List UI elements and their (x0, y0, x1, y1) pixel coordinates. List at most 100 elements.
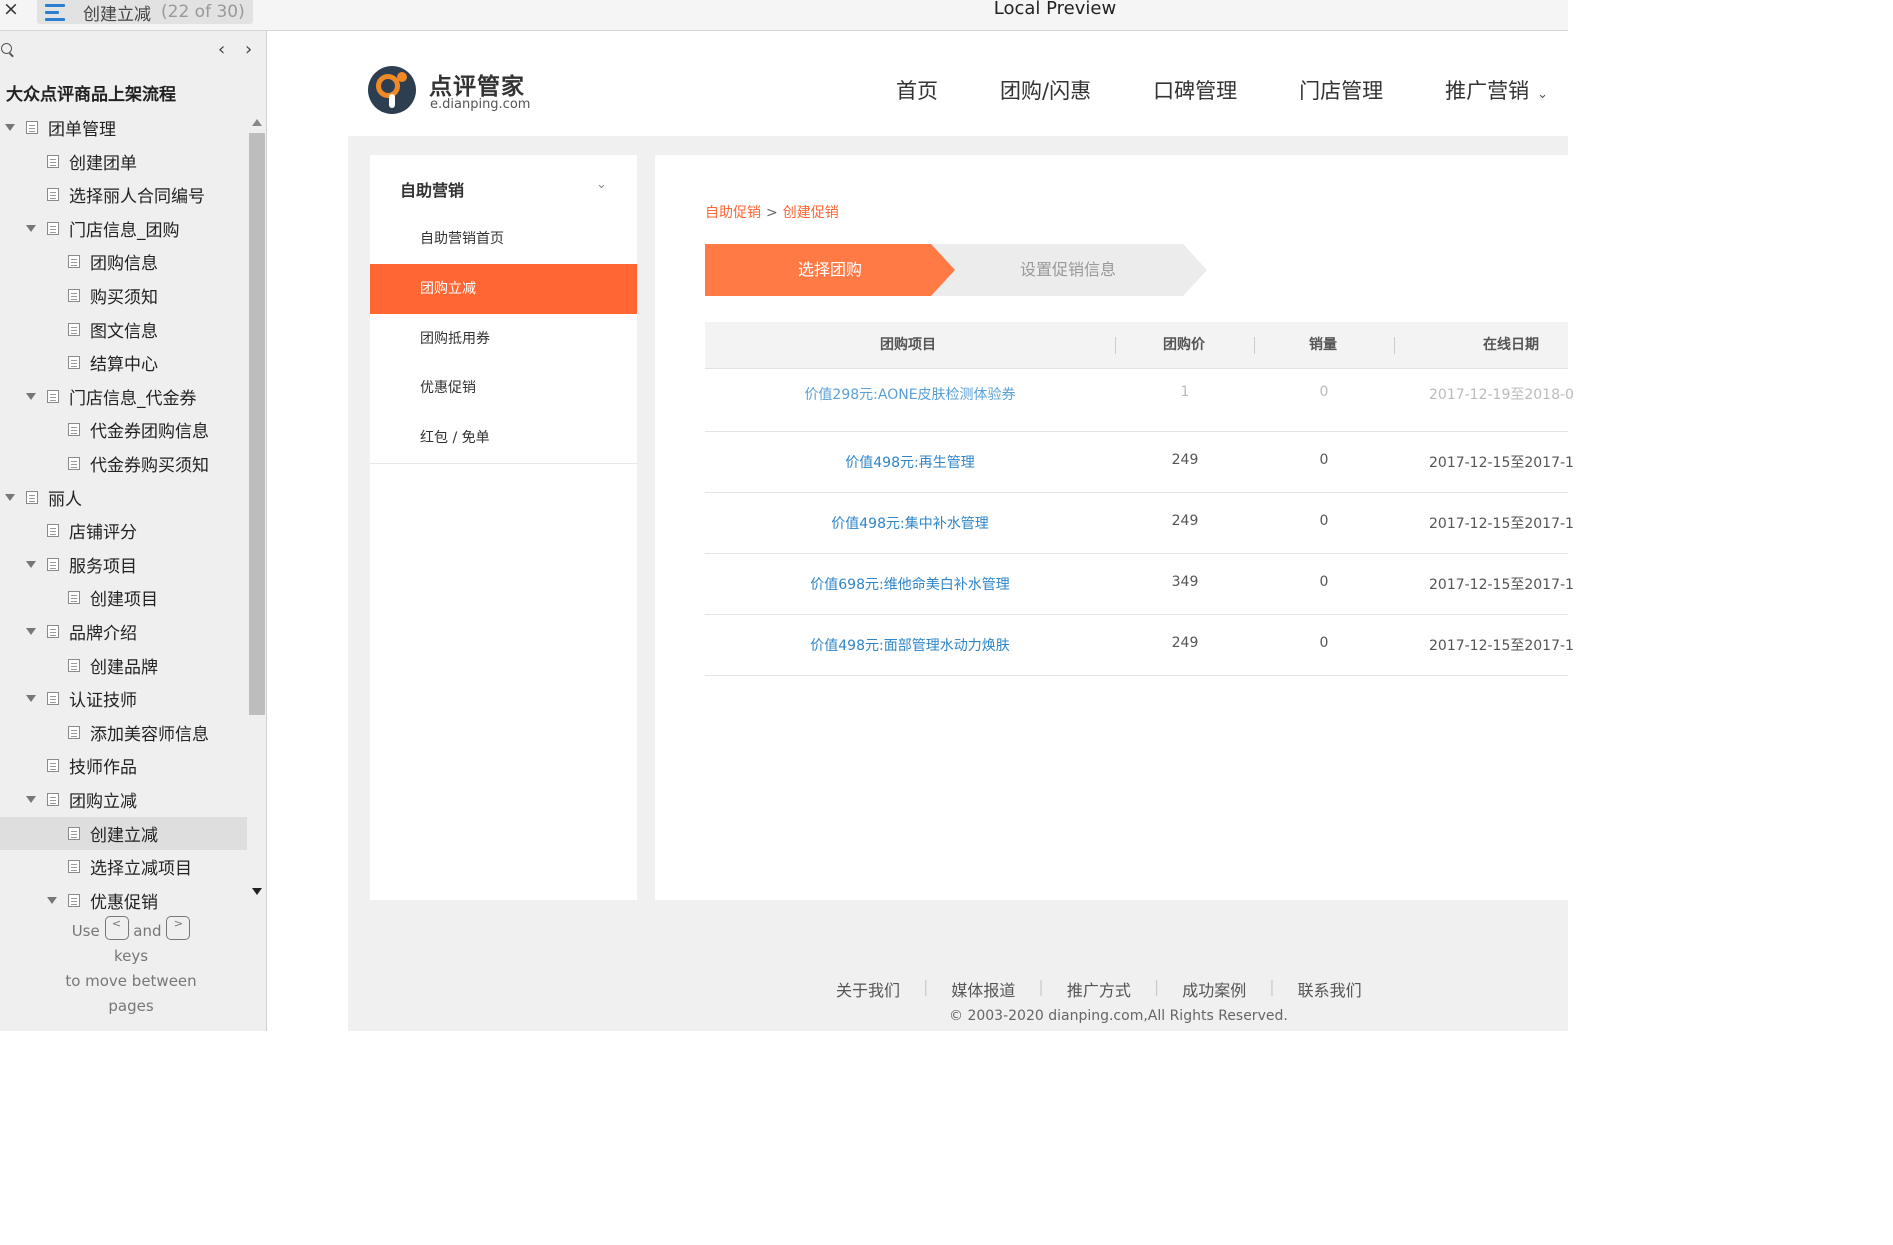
hint-line2: to move between (65, 972, 197, 990)
outline-item[interactable]: 门店信息_团购 (0, 212, 247, 245)
outline-item[interactable]: 门店信息_代金券 (0, 380, 247, 413)
outline-item[interactable]: 技师作品 (0, 749, 247, 782)
col-divider (1115, 337, 1116, 354)
cell-date: 2017-12-19至2018-0 (1429, 387, 1574, 403)
table-row[interactable]: 价值298元:AONE皮肤检测体验券 1 0 2017-12-19至2018-0 (705, 370, 1574, 432)
footer-promo[interactable]: 推广方式 (1067, 977, 1131, 1001)
breadcrumb-first[interactable]: 自助促销 (705, 205, 761, 221)
step-indicator: 选择团购 设置促销信息 (705, 244, 1215, 296)
chevron-down-icon[interactable]: ⌄ (596, 177, 607, 192)
outline-item[interactable]: 服务项目 (0, 548, 247, 581)
hint-and: and (133, 922, 162, 940)
menu-group-title[interactable]: 自助营销 (400, 177, 464, 201)
page-icon (26, 121, 38, 134)
expand-triangle-icon[interactable] (5, 124, 15, 131)
outline-item[interactable]: 店铺评分 (0, 514, 247, 547)
outline-tree: 团单管理 创建团单 选择丽人合同编号 门店信息_团购团购信息购买须知 图文信息结算中心门… (0, 111, 247, 911)
menu-item-marketing-home[interactable]: 自助营销首页 (370, 214, 637, 264)
expand-triangle-icon[interactable] (26, 224, 36, 232)
hint-keys: keys (113, 947, 149, 965)
outline-item[interactable]: 购买须知 (0, 279, 247, 312)
col-date: 在线日期 (1483, 337, 1539, 353)
outline-item-label: 优惠促销 (90, 892, 158, 911)
nav-promotion-label: 推广营销 (1445, 79, 1530, 103)
footer-contact[interactable]: 联系我们 (1298, 977, 1362, 1001)
table-row[interactable]: 价值498元:再生管理 249 0 2017-12-15至2017-1 (705, 432, 1574, 493)
outline-scrollbar[interactable] (248, 113, 266, 943)
outline-item[interactable]: 品牌介绍 (0, 615, 247, 648)
menu-item-groupbuy-discount[interactable]: 团购立减 (370, 264, 637, 314)
table-row[interactable]: 价值498元:面部管理水动力焕肤 249 0 2017-12-15至2017-1 (705, 615, 1574, 676)
outline-item[interactable]: 优惠促销 (0, 884, 247, 911)
step-set-promotion: 设置促销信息 (929, 244, 1207, 296)
nav-store[interactable]: 门店管理 (1299, 75, 1383, 105)
page-icon (47, 625, 59, 638)
window-title: Local Preview (993, 0, 1117, 19)
outline-item[interactable]: 团购信息 (0, 245, 247, 278)
outline-item[interactable]: 添加美容师信息 (0, 716, 247, 749)
outline-item[interactable]: 认证技师 (0, 682, 247, 715)
outline-item[interactable]: 代金券购买须知 (0, 447, 247, 480)
outline-item[interactable]: 创建品牌 (0, 649, 247, 682)
expand-triangle-icon[interactable] (26, 392, 36, 400)
dianping-page: 点评管家 e.dianping.com 首页 团购/闪惠 口碑管理 门店管理 推… (268, 31, 1574, 1031)
hint-use: Use (71, 922, 100, 940)
page-icon (47, 557, 59, 571)
outline-item-label: 认证技师 (69, 691, 137, 712)
expand-triangle-icon[interactable] (26, 628, 36, 635)
nav-reputation[interactable]: 口碑管理 (1153, 75, 1237, 105)
prev-page-icon[interactable]: ‹ (218, 39, 225, 60)
scroll-down-icon[interactable] (252, 888, 262, 895)
nav-groupbuy[interactable]: 团购/闪惠 (1000, 75, 1091, 105)
footer-about[interactable]: 关于我们 (836, 977, 900, 1001)
outline-item[interactable]: 创建团单 (0, 145, 247, 178)
outline-item[interactable]: 结算中心 (0, 346, 247, 379)
outline-item-label: 添加美容师信息 (90, 724, 209, 745)
outline-item[interactable]: 代金券团购信息 (0, 413, 247, 446)
outline-item-label: 结算中心 (90, 355, 158, 376)
expand-triangle-icon[interactable] (26, 560, 36, 568)
outline-item-label: 服务项目 (69, 556, 137, 577)
outline-heading: 大众点评商品上架流程 (6, 85, 176, 105)
outline-item[interactable]: 团购立减 (0, 783, 247, 816)
outline-item[interactable]: 创建立减 (0, 816, 247, 850)
hint-line3: pages (108, 997, 154, 1015)
outline-item[interactable]: 图文信息 (0, 313, 247, 346)
expand-triangle-icon[interactable] (26, 695, 36, 703)
outline-item[interactable]: 选择立减项目 (0, 850, 247, 883)
cell-date: 2017-12-15至2017-1 (1429, 516, 1574, 532)
expand-triangle-icon[interactable] (47, 896, 57, 904)
dianping-logo-icon[interactable] (368, 66, 416, 114)
footer-links: 关于我们 | 媒体报道 | 推广方式 | 成功案例 | 联系我们 (836, 977, 1362, 1001)
page-icon (47, 524, 59, 538)
scroll-up-icon[interactable] (252, 119, 262, 126)
nav-promotion[interactable]: 推广营销 ⌄ (1445, 75, 1548, 105)
expand-triangle-icon[interactable] (5, 493, 15, 501)
menu-item-redpacket[interactable]: 红包 / 免单 (370, 413, 637, 463)
page-icon (47, 389, 59, 403)
search-icon[interactable] (1, 43, 12, 54)
page-icon (47, 759, 59, 773)
footer-separator: | (1153, 977, 1160, 996)
outline-item-label: 团购信息 (90, 254, 158, 275)
expand-triangle-icon[interactable] (26, 796, 36, 803)
menu-item-groupbuy-voucher[interactable]: 团购抵用券 (370, 314, 637, 364)
scroll-thumb[interactable] (249, 133, 265, 715)
outline-item[interactable]: 选择丽人合同编号 (0, 178, 247, 211)
footer-media[interactable]: 媒体报道 (951, 977, 1015, 1001)
page-icon (47, 793, 59, 806)
col-item: 团购项目 (880, 337, 936, 353)
col-divider (1254, 337, 1255, 354)
outline-item[interactable]: 团单管理 (0, 111, 247, 144)
outline-item[interactable]: 丽人 (0, 481, 247, 514)
nav-home[interactable]: 首页 (896, 75, 938, 105)
outline-item[interactable]: 创建项目 (0, 581, 247, 614)
next-page-icon[interactable]: › (245, 39, 252, 60)
table-row[interactable]: 价值498元:集中补水管理 249 0 2017-12-15至2017-1 (705, 493, 1574, 554)
outline-item-label: 丽人 (48, 489, 82, 510)
outline-item-label: 创建项目 (90, 590, 158, 611)
footer-cases[interactable]: 成功案例 (1182, 977, 1246, 1001)
menu-item-promotion[interactable]: 优惠促销 (370, 363, 637, 413)
page-icon (47, 692, 59, 706)
table-row[interactable]: 价值698元:维他命美白补水管理 349 0 2017-12-15至2017-1 (705, 554, 1574, 615)
